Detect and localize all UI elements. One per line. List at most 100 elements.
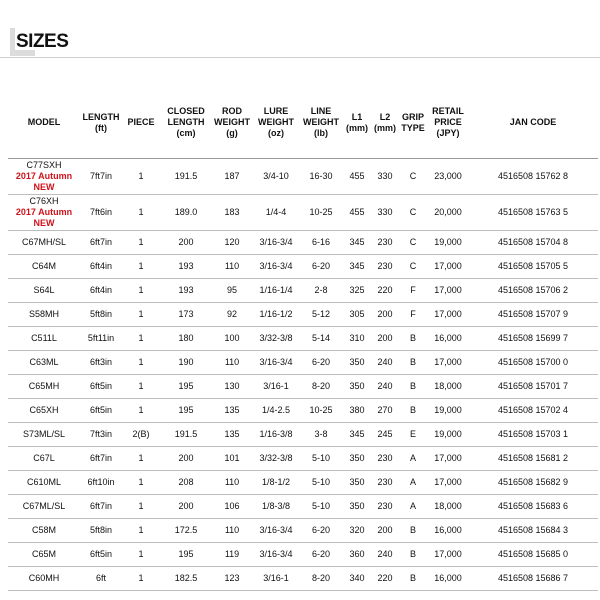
lure-weight-cell: 1/16-1/2 bbox=[252, 302, 300, 327]
l2-cell: 230 bbox=[372, 446, 398, 471]
piece-cell: 1 bbox=[122, 302, 160, 327]
l1-cell: 350 bbox=[342, 494, 372, 519]
grip-type-cell: F bbox=[398, 302, 428, 327]
rod-weight-cell: 119 bbox=[212, 542, 252, 567]
line-weight-cell: 8-20 bbox=[300, 374, 342, 399]
l1-cell: 320 bbox=[342, 518, 372, 543]
retail-price-cell: 17,000 bbox=[428, 302, 468, 327]
retail-price-cell: 23,000 bbox=[428, 158, 468, 195]
l2-cell: 200 bbox=[372, 302, 398, 327]
column-header-label: LINE bbox=[310, 106, 332, 116]
closed-length-cell: 191.5 bbox=[160, 422, 212, 447]
lure-weight-cell: 3/16-3/4 bbox=[252, 254, 300, 279]
column-header-length: LENGTH (ft) bbox=[80, 87, 122, 159]
table-row: C65MH 6ft5in 1 195 130 3/16-1 8-20 350 240 B 18,00… bbox=[8, 374, 598, 399]
model-name: C67ML/SL bbox=[22, 501, 66, 511]
closed-length-cell: 173 bbox=[160, 302, 212, 327]
l1-cell: 360 bbox=[342, 542, 372, 567]
model-cell: C63ML bbox=[8, 350, 80, 375]
model-cell: C610ML bbox=[8, 470, 80, 495]
line-weight-cell: 5-10 bbox=[300, 446, 342, 471]
line-weight-cell: 5-10 bbox=[300, 494, 342, 519]
jan-code-cell: 4516508 15705 5 bbox=[468, 254, 598, 279]
grip-type-cell: B bbox=[398, 326, 428, 351]
retail-price-cell: 16,000 bbox=[428, 326, 468, 351]
piece-cell: 1 bbox=[122, 254, 160, 279]
l2-cell: 220 bbox=[372, 278, 398, 303]
length-cell: 7ft7in bbox=[80, 158, 122, 195]
closed-length-cell: 200 bbox=[160, 446, 212, 471]
length-cell: 7ft3in bbox=[80, 422, 122, 447]
l1-cell: 350 bbox=[342, 446, 372, 471]
column-header-closed-length: CLOSED LENGTH (cm) bbox=[160, 87, 212, 159]
grip-type-cell: E bbox=[398, 422, 428, 447]
l1-cell: 340 bbox=[342, 566, 372, 591]
line-weight-cell: 6-20 bbox=[300, 254, 342, 279]
retail-price-cell: 17,000 bbox=[428, 350, 468, 375]
column-header-label: CLOSED bbox=[167, 106, 205, 116]
lure-weight-cell: 1/16-3/8 bbox=[252, 422, 300, 447]
lure-weight-cell: 1/4-4 bbox=[252, 194, 300, 231]
model-cell: C77SXH 2017 Autumn NEW bbox=[8, 158, 80, 195]
rod-weight-cell: 110 bbox=[212, 254, 252, 279]
model-name: S73ML/SL bbox=[22, 429, 66, 439]
model-name: C65XH bbox=[29, 405, 59, 415]
model-name: C67L bbox=[33, 453, 55, 463]
l1-cell: 325 bbox=[342, 278, 372, 303]
l2-cell: 270 bbox=[372, 398, 398, 423]
jan-code-cell: 4516508 15686 7 bbox=[468, 566, 598, 591]
closed-length-cell: 193 bbox=[160, 254, 212, 279]
model-cell: S58MH bbox=[8, 302, 80, 327]
lure-weight-cell: 1/4-2.5 bbox=[252, 398, 300, 423]
column-header-label: WEIGHT bbox=[214, 117, 250, 127]
lure-weight-cell: 3/16-3/4 bbox=[252, 350, 300, 375]
model-cell: C511L bbox=[8, 326, 80, 351]
closed-length-cell: 195 bbox=[160, 398, 212, 423]
lure-weight-cell: 3/4-10 bbox=[252, 158, 300, 195]
rod-weight-cell: 110 bbox=[212, 350, 252, 375]
new-release-note: 2017 Autumn NEW bbox=[15, 207, 73, 228]
new-release-note: 2017 Autumn NEW bbox=[15, 171, 73, 192]
column-header-label: JAN CODE bbox=[509, 117, 557, 127]
length-cell: 6ft5in bbox=[80, 398, 122, 423]
piece-cell: 1 bbox=[122, 446, 160, 471]
rod-weight-cell: 123 bbox=[212, 566, 252, 591]
jan-code-cell: 4516508 15701 7 bbox=[468, 374, 598, 399]
grip-type-cell: A bbox=[398, 470, 428, 495]
jan-code-cell: 4516508 15684 3 bbox=[468, 518, 598, 543]
table-row: C76XH 2017 Autumn NEW 7ft6in 1 189.0 183 1/4-4… bbox=[8, 194, 598, 231]
column-header-retail-price: RETAIL PRICE (JPY) bbox=[428, 87, 468, 159]
l1-cell: 350 bbox=[342, 374, 372, 399]
l2-cell: 230 bbox=[372, 470, 398, 495]
column-header-piece: PIECE bbox=[122, 87, 160, 159]
l1-cell: 455 bbox=[342, 194, 372, 231]
rod-weight-cell: 110 bbox=[212, 470, 252, 495]
rod-weight-cell: 187 bbox=[212, 158, 252, 195]
length-cell: 6ft5in bbox=[80, 374, 122, 399]
piece-cell: 1 bbox=[122, 194, 160, 231]
model-name: C64M bbox=[31, 261, 56, 271]
column-header-label: LENGTH bbox=[82, 111, 120, 122]
closed-length-cell: 191.5 bbox=[160, 158, 212, 195]
grip-type-cell: B bbox=[398, 518, 428, 543]
closed-length-cell: 200 bbox=[160, 230, 212, 255]
column-header-label: ROD bbox=[222, 106, 242, 116]
closed-length-cell: 208 bbox=[160, 470, 212, 495]
column-header-label: LURE bbox=[263, 106, 289, 116]
l1-cell: 350 bbox=[342, 350, 372, 375]
column-header-label: RETAIL bbox=[432, 106, 464, 116]
closed-length-cell: 182.5 bbox=[160, 566, 212, 591]
grip-type-cell: C bbox=[398, 158, 428, 195]
model-name: C511L bbox=[31, 333, 57, 343]
lure-weight-cell: 1/8-1/2 bbox=[252, 470, 300, 495]
grip-type-cell: B bbox=[398, 542, 428, 567]
l1-cell: 305 bbox=[342, 302, 372, 327]
piece-cell: 1 bbox=[122, 542, 160, 567]
retail-price-cell: 16,000 bbox=[428, 518, 468, 543]
jan-code-cell: 4516508 15700 0 bbox=[468, 350, 598, 375]
retail-price-cell: 17,000 bbox=[428, 446, 468, 471]
retail-price-cell: 16,000 bbox=[428, 566, 468, 591]
rod-weight-cell: 106 bbox=[212, 494, 252, 519]
length-cell: 6ft7in bbox=[80, 494, 122, 519]
jan-code-cell: 4516508 15683 6 bbox=[468, 494, 598, 519]
